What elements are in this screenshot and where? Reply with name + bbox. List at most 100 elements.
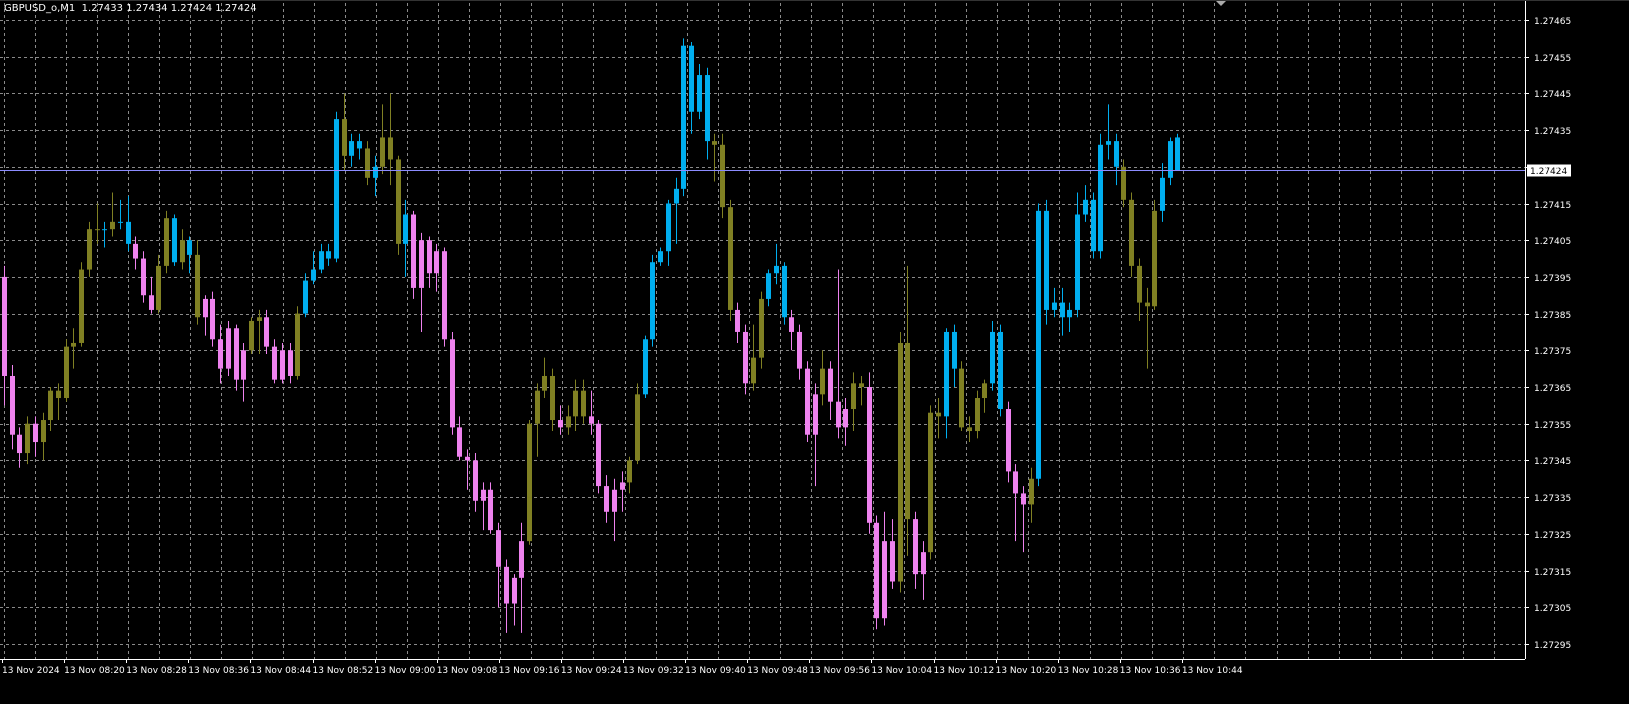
candle-body[interactable] — [280, 350, 285, 380]
candle-body[interactable] — [635, 394, 640, 461]
candle-body[interactable] — [867, 387, 872, 523]
candle[interactable] — [874, 515, 879, 630]
candle[interactable] — [1044, 199, 1049, 325]
candle-body[interactable] — [596, 423, 601, 487]
candle-body[interactable] — [1160, 177, 1165, 211]
candle-body[interactable] — [380, 137, 385, 167]
candle[interactable] — [998, 324, 1003, 417]
candle-body[interactable] — [396, 159, 401, 244]
candle-body[interactable] — [264, 317, 269, 347]
candle-body[interactable] — [1152, 210, 1157, 307]
candle-body[interactable] — [172, 218, 177, 263]
candle[interactable] — [527, 420, 532, 545]
candle[interactable] — [87, 221, 92, 277]
candle[interactable] — [249, 317, 254, 354]
candle-body[interactable] — [295, 313, 300, 376]
candle-body[interactable] — [110, 221, 115, 230]
candle-body[interactable] — [990, 331, 995, 384]
candle-body[interactable] — [64, 346, 69, 399]
candle-body[interactable] — [1098, 144, 1103, 252]
candle-body[interactable] — [48, 390, 53, 421]
candle-body[interactable] — [735, 309, 740, 332]
candle-body[interactable] — [1036, 210, 1041, 479]
candle-body[interactable] — [535, 390, 540, 424]
candle[interactable] — [720, 133, 725, 219]
candle-body[interactable] — [1106, 141, 1111, 145]
candle-body[interactable] — [195, 254, 200, 318]
candle-body[interactable] — [156, 265, 161, 310]
candle[interactable] — [210, 291, 215, 347]
candle-body[interactable] — [967, 427, 972, 432]
candle-body[interactable] — [10, 375, 15, 435]
candle-body[interactable] — [751, 357, 756, 384]
candle-body[interactable] — [71, 342, 76, 347]
candle-body[interactable] — [859, 383, 864, 387]
candle-body[interactable] — [689, 45, 694, 112]
candle-body[interactable] — [41, 420, 46, 443]
candle-body[interactable] — [496, 530, 501, 567]
candle[interactable] — [442, 247, 447, 347]
candle-body[interactable] — [388, 137, 393, 160]
candle-body[interactable] — [766, 273, 771, 299]
candle-body[interactable] — [126, 221, 131, 244]
candle-body[interactable] — [56, 390, 61, 399]
candle[interactable] — [596, 420, 601, 494]
candle-body[interactable] — [905, 342, 910, 520]
candle[interactable] — [805, 361, 810, 443]
candle-body[interactable] — [813, 394, 818, 435]
candle-body[interactable] — [95, 229, 100, 231]
candle-body[interactable] — [1075, 214, 1080, 310]
candle-body[interactable] — [241, 350, 246, 380]
candle-body[interactable] — [627, 460, 632, 483]
candle[interactable] — [411, 210, 416, 299]
candle-body[interactable] — [149, 295, 154, 310]
candle-body[interactable] — [504, 566, 509, 604]
candle-body[interactable] — [913, 519, 918, 575]
candle-body[interactable] — [133, 243, 138, 259]
candle-body[interactable] — [944, 331, 949, 417]
candle-body[interactable] — [465, 456, 470, 461]
candle-body[interactable] — [581, 390, 586, 417]
candle-body[interactable] — [442, 251, 447, 340]
candle-body[interactable] — [234, 328, 239, 380]
candle[interactable] — [164, 210, 169, 274]
candle-body[interactable] — [1145, 302, 1150, 307]
candle-body[interactable] — [326, 251, 331, 259]
candle[interactable] — [898, 331, 903, 593]
candle-body[interactable] — [705, 75, 710, 142]
candle-body[interactable] — [643, 339, 648, 395]
candle[interactable] — [1129, 192, 1134, 277]
candle-body[interactable] — [257, 317, 262, 321]
candle-body[interactable] — [1021, 493, 1026, 505]
candle[interactable] — [1098, 133, 1103, 259]
candle-body[interactable] — [650, 262, 655, 340]
candle-body[interactable] — [187, 240, 192, 255]
candle-body[interactable] — [666, 203, 671, 252]
candle-body[interactable] — [1044, 210, 1049, 310]
candle[interactable] — [643, 335, 648, 399]
candle-body[interactable] — [1091, 199, 1096, 252]
candle-body[interactable] — [843, 409, 848, 428]
candle-body[interactable] — [1129, 199, 1134, 266]
candle-body[interactable] — [1137, 265, 1142, 303]
candle-body[interactable] — [743, 331, 748, 384]
candle[interactable] — [681, 38, 686, 197]
candle-body[interactable] — [952, 331, 957, 369]
candle-body[interactable] — [936, 412, 941, 417]
candle[interactable] — [141, 251, 146, 303]
candle-body[interactable] — [203, 298, 208, 318]
candle-body[interactable] — [697, 75, 702, 112]
candle-body[interactable] — [349, 141, 354, 156]
candle-body[interactable] — [319, 251, 324, 270]
candle-body[interactable] — [403, 214, 408, 244]
candle-body[interactable] — [473, 460, 478, 501]
candle-body[interactable] — [1013, 471, 1018, 494]
candle[interactable] — [488, 482, 493, 534]
candle[interactable] — [172, 214, 177, 266]
candle-body[interactable] — [218, 339, 223, 369]
candle[interactable] — [1091, 192, 1096, 259]
candle-body[interactable] — [512, 577, 517, 604]
candle[interactable] — [959, 361, 964, 432]
candle-body[interactable] — [79, 269, 84, 343]
candle-body[interactable] — [674, 188, 679, 204]
